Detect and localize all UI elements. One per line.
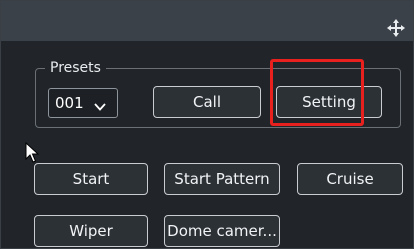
- wiper-button[interactable]: Wiper: [34, 215, 148, 247]
- start-button[interactable]: Start: [34, 163, 148, 195]
- chevron-down-icon: [93, 95, 107, 111]
- move-arrows-icon[interactable]: [386, 18, 406, 38]
- start-pattern-button[interactable]: Start Pattern: [164, 163, 280, 195]
- cruise-button[interactable]: Cruise: [297, 163, 403, 195]
- dome-camera-button[interactable]: Dome camer...: [164, 215, 280, 247]
- preset-number-select[interactable]: 001: [48, 88, 118, 118]
- panel-titlebar: [1, 1, 413, 41]
- setting-preset-button[interactable]: Setting: [276, 86, 382, 118]
- presets-legend: Presets: [45, 59, 106, 77]
- ptz-control-panel: Presets 001 Call Setting Start Start Pat…: [0, 0, 414, 249]
- preset-select-value: 001: [55, 94, 84, 112]
- call-preset-button[interactable]: Call: [153, 86, 261, 118]
